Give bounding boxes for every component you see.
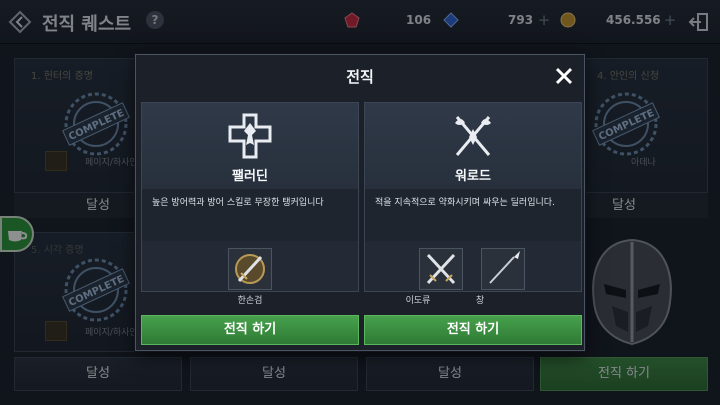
spear-icon[interactable] — [481, 248, 525, 290]
modal-title: 전직 — [346, 68, 374, 86]
weapon-label: 이도류 — [405, 296, 431, 306]
class-name: 워로드 — [455, 169, 491, 184]
class-change-modal: 전직 팰러딘 높은 방어력과 방어 스킬로 무장한 탱커입니다 한손검 전직 하… — [135, 54, 585, 351]
weapon-label: 창 — [475, 296, 485, 306]
class-hero: 팰러딘 — [142, 103, 358, 189]
paladin-emblem-icon — [228, 113, 272, 159]
class-description: 높은 방어력과 방어 스킬로 무장한 탱커입니다 — [142, 189, 358, 241]
close-icon[interactable] — [554, 66, 574, 86]
change-job-warlord-button[interactable]: 전직 하기 — [364, 315, 582, 345]
dual-blades-icon[interactable] — [419, 248, 463, 290]
class-panel-paladin[interactable]: 팰러딘 높은 방어력과 방어 스킬로 무장한 탱커입니다 — [141, 102, 359, 292]
class-hero: 워로드 — [365, 103, 581, 189]
one-handed-sword-icon[interactable] — [228, 248, 272, 290]
warlord-emblem-icon — [451, 113, 495, 159]
class-description: 적을 지속적으로 약화시키며 싸우는 딜러입니다. — [365, 189, 581, 241]
change-job-paladin-button[interactable]: 전직 하기 — [141, 315, 359, 345]
class-name: 팰러딘 — [232, 169, 268, 184]
weapon-label: 한손검 — [237, 296, 263, 306]
class-panel-warlord[interactable]: 워로드 적을 지속적으로 약화시키며 싸우는 딜러입니다. — [364, 102, 582, 292]
